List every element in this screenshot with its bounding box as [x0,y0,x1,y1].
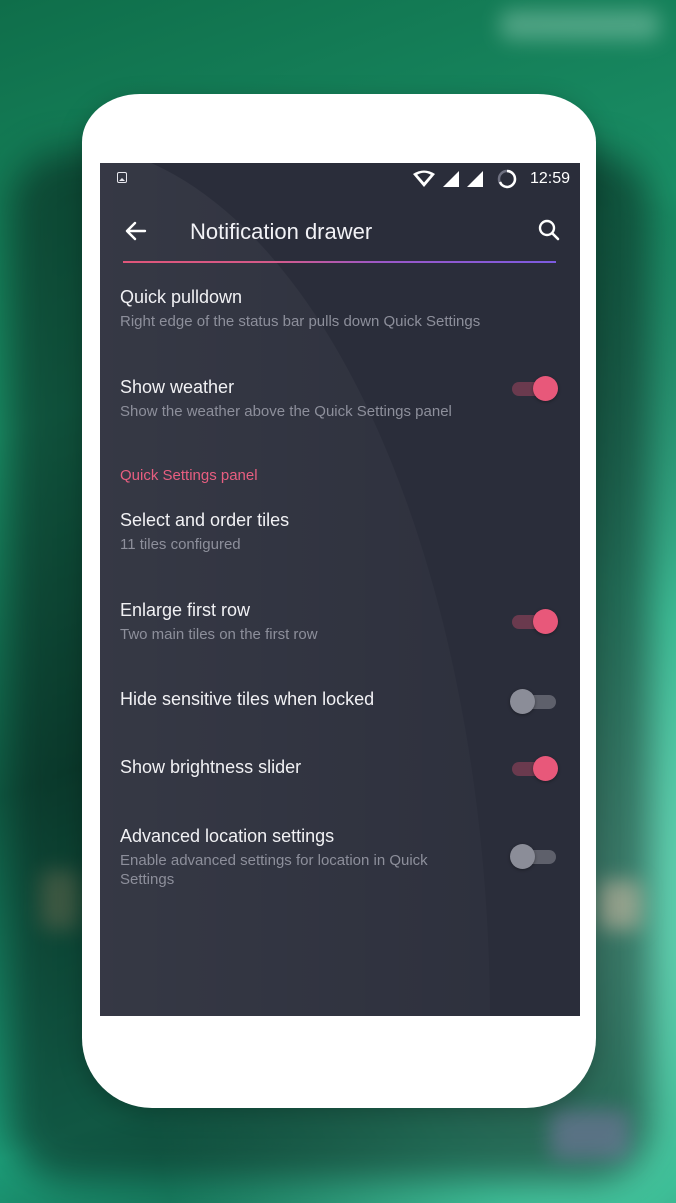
page-title: Notification drawer [190,219,373,244]
advanced-location-toggle[interactable] [510,843,558,869]
search-icon [538,219,560,241]
setting-quick-pulldown[interactable]: Quick pulldown Right edge of the status … [100,263,580,343]
arrow-back-icon [125,221,147,241]
status-bar: 12:59 [100,163,580,195]
setting-show-weather[interactable]: Show weather Show the weather above the … [100,353,580,433]
setting-summary: 11 tiles configured [120,536,241,553]
hide-sensitive-tiles-toggle[interactable] [510,688,558,714]
setting-title: Advanced location settings [120,826,335,846]
show-brightness-slider-toggle[interactable] [510,755,558,781]
battery-icon [497,169,517,189]
enlarge-first-row-toggle[interactable] [510,608,558,634]
show-weather-toggle[interactable] [510,375,558,401]
background-icon-blur [40,870,80,930]
setting-title: Show weather [120,377,235,397]
image-notification-icon [117,172,127,183]
status-icons: 12:59 [412,169,570,189]
background-text-blur [500,10,660,40]
clock: 12:59 [529,170,570,187]
background-icon-blur [598,880,642,930]
setting-select-and-order-tiles[interactable]: Select and order tiles 11 tiles configur… [100,487,580,567]
setting-summary: Enable advanced settings for location in… [120,852,428,888]
setting-summary: Right edge of the status bar pulls down … [120,313,481,330]
setting-summary: Show the weather above the Quick Setting… [120,403,452,420]
wifi-icon [412,170,435,187]
setting-title: Quick pulldown [120,287,243,307]
setting-show-brightness-slider[interactable]: Show brightness slider [100,735,580,799]
background-icon-blur [550,1110,630,1160]
setting-title: Show brightness slider [120,757,302,777]
setting-title: Enlarge first row [120,600,251,620]
setting-summary: Two main tiles on the first row [120,626,318,643]
setting-enlarge-first-row[interactable]: Enlarge first row Two main tiles on the … [100,577,580,657]
setting-hide-sensitive-tiles[interactable]: Hide sensitive tiles when locked [100,667,580,731]
setting-title: Hide sensitive tiles when locked [120,689,375,709]
phone-screen: 12:59 Notification drawer Quick pulldown… [100,163,580,1016]
search-button[interactable] [536,217,562,243]
section-header: Quick Settings panel [120,467,258,484]
signal-icon [442,171,459,187]
toolbar: Notification drawer [100,207,580,255]
back-button[interactable] [122,217,150,245]
signal-icon [466,171,483,187]
setting-title: Select and order tiles [120,510,290,530]
setting-advanced-location[interactable]: Advanced location settings Enable advanc… [100,803,580,903]
